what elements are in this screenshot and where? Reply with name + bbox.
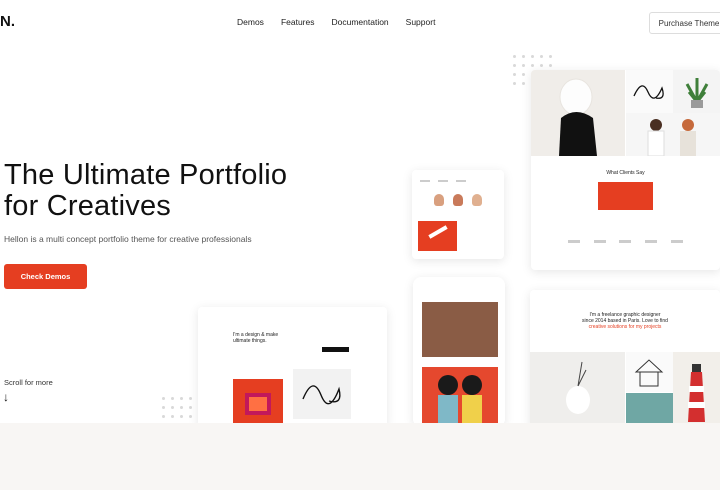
nav-link-features[interactable]: Features: [281, 17, 315, 27]
preview-image: [422, 367, 498, 427]
footer-band: [0, 423, 720, 490]
purchase-theme-button[interactable]: Purchase Theme: [649, 12, 720, 34]
preview-image: [626, 352, 673, 392]
preview-image: [531, 70, 625, 156]
designer-line2: ultimate things.: [233, 338, 267, 344]
hero-title: The Ultimate Portfolio for Creatives: [4, 160, 287, 222]
check-demos-button[interactable]: Check Demos: [4, 264, 87, 289]
lighthouse-image: [673, 352, 720, 427]
signature-image: [293, 369, 351, 419]
testimonial-highlight: [598, 182, 653, 210]
demo-preview-designer[interactable]: I'm a design & make ultimate things.: [198, 307, 387, 427]
signature-image: [626, 70, 673, 113]
hero-title-line2: for Creatives: [4, 190, 171, 222]
scroll-hint[interactable]: Scroll for more: [4, 378, 53, 387]
clients-heading: What Clients Say: [606, 170, 645, 176]
preview-image: [530, 352, 625, 427]
preview-image: [626, 113, 720, 157]
main-nav: Demos Features Documentation Support: [237, 17, 435, 27]
demo-preview-team[interactable]: [412, 170, 504, 259]
dot-grid-decoration: [162, 397, 201, 418]
nav-link-demos[interactable]: Demos: [237, 17, 264, 27]
graphic-line3: creative solutions for my projects: [588, 324, 662, 330]
brand-logo[interactable]: N.: [0, 13, 15, 30]
hero-title-line1: The Ultimate Portfolio: [4, 159, 288, 191]
client-logos: [531, 240, 720, 243]
graphic-intro: I'm a freelance graphic designer since 2…: [530, 312, 720, 330]
nav-link-documentation[interactable]: Documentation: [331, 17, 388, 27]
preview-image: [626, 393, 673, 427]
plant-image: [673, 70, 720, 113]
demo-preview-mobile[interactable]: [413, 277, 505, 427]
preview-header: [420, 180, 466, 182]
nav-link-support[interactable]: Support: [406, 17, 436, 27]
demo-preview-graphic[interactable]: I'm a freelance graphic designer since 2…: [530, 290, 720, 427]
arrow-down-icon[interactable]: ↓: [3, 390, 9, 404]
preview-image: [422, 302, 498, 357]
demo-preview-clients[interactable]: What Clients Say: [531, 70, 720, 270]
preview-image: [418, 221, 457, 251]
avatar: [472, 194, 482, 206]
avatar: [434, 194, 444, 206]
hero-subtitle: Hellon is a multi concept portfolio them…: [4, 234, 252, 244]
avatar: [453, 194, 463, 206]
designer-intro: I'm a design & make ultimate things.: [233, 332, 278, 344]
preview-image: [233, 379, 283, 427]
preview-button: [322, 347, 349, 352]
